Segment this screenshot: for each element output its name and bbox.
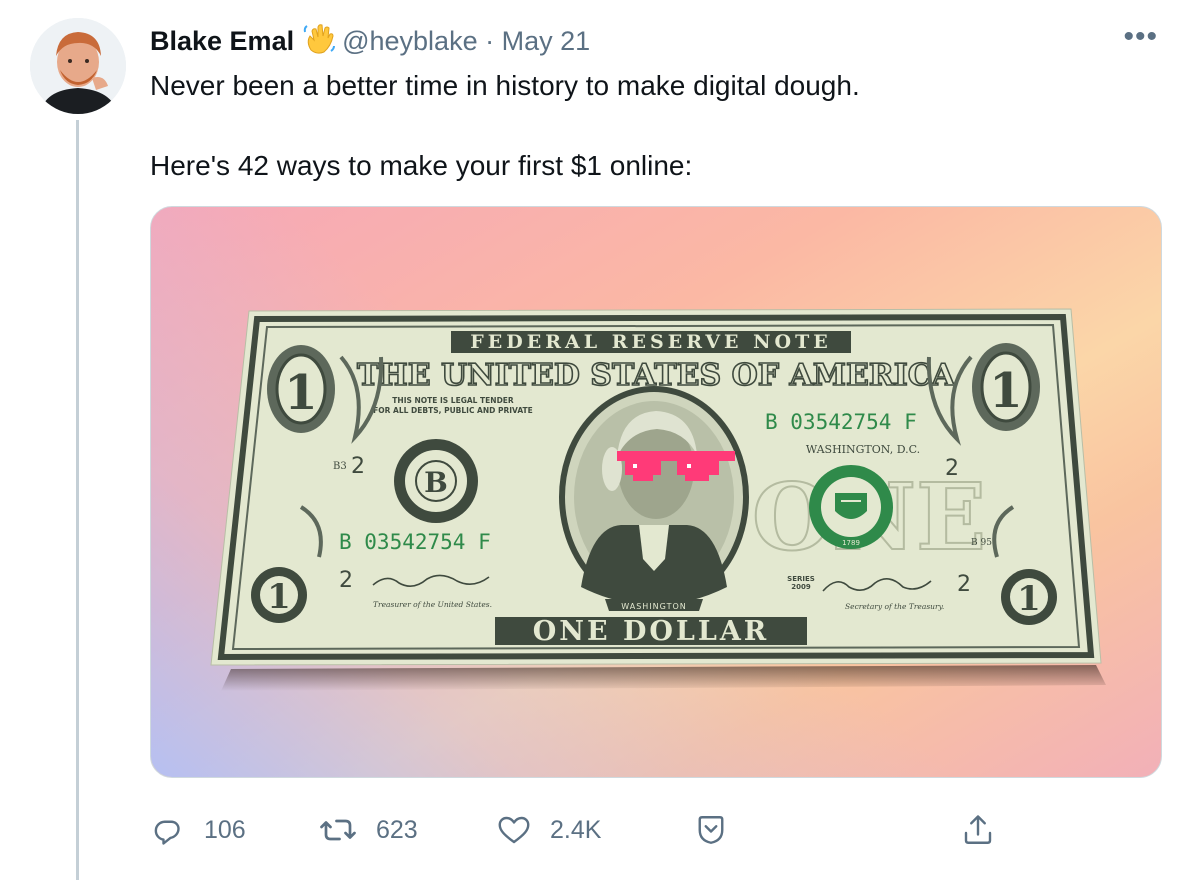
header-separator: ·: [485, 26, 495, 56]
reply-icon: [154, 820, 180, 845]
corner-number-left-top: 2: [351, 454, 365, 479]
bookmark-icon: [698, 816, 724, 844]
legal-tender-line-1: THIS NOTE IS LEGAL TENDER: [392, 396, 514, 405]
sunglasses-left-lens: [625, 461, 661, 475]
tweet-actions: 106 623 2.4K: [150, 812, 1010, 860]
district-code: B3: [333, 461, 347, 472]
secretary-label: Secretary of the Treasury.: [845, 602, 944, 611]
tweet-media[interactable]: FEDERAL RESERVE NOTE THE UNITED STATES O…: [150, 206, 1162, 778]
legal-tender-line-2: FOR ALL DEBTS, PUBLIC AND PRIVATE: [373, 406, 533, 415]
share-icon: [964, 815, 992, 844]
district-code-right: B 95: [971, 538, 992, 548]
series-label: SERIES: [787, 575, 815, 583]
district-letter: B: [424, 466, 448, 499]
more-icon[interactable]: •••: [1123, 20, 1158, 54]
retweet-icon: [320, 819, 356, 841]
tweet-text: Never been a better time in history to m…: [150, 66, 1130, 186]
treasurer-label: Treasurer of the United States.: [373, 600, 492, 609]
like-icon: [498, 816, 530, 844]
avatar[interactable]: [30, 18, 126, 114]
retweet-button[interactable]: 623: [318, 812, 418, 848]
dollar-bill-image: FEDERAL RESERVE NOTE THE UNITED STATES O…: [210, 308, 1106, 691]
sunglasses-left-lens-bottom: [633, 475, 653, 481]
corner-number-left-bottom: 2: [339, 568, 353, 593]
author-handle[interactable]: @heyblake: [342, 26, 478, 56]
sunglasses-glint-left: [633, 464, 637, 468]
waving-hand-icon: [302, 22, 336, 65]
tweet-text-line-1: Never been a better time in history to m…: [150, 70, 860, 101]
bookmark-button[interactable]: [692, 812, 730, 848]
corner-number-right-bottom: 2: [957, 572, 971, 597]
portrait-label: WASHINGTON: [621, 602, 686, 611]
bill-city: WASHINGTON, D.C.: [806, 443, 920, 456]
sunglasses-glint-right: [687, 464, 691, 468]
author-name[interactable]: Blake Emal: [150, 26, 294, 56]
sunglasses-right-lens: [677, 461, 719, 475]
tweet-text-line-2: Here's 42 ways to make your first $1 onl…: [150, 150, 693, 181]
tweet-header: Blake Emal @heyblake · May 21: [150, 22, 590, 65]
serial-number-bottom: B 03542754 F: [339, 530, 491, 554]
sunglasses-right-lens-bottom: [685, 475, 709, 481]
denomination-bottom-left: 1: [267, 577, 291, 617]
reply-button[interactable]: 106: [150, 812, 246, 848]
reply-count: 106: [204, 815, 246, 844]
denomination-top-left: 1: [284, 365, 317, 421]
bill-top-banner: FEDERAL RESERVE NOTE: [470, 331, 831, 353]
series-year: 2009: [791, 583, 811, 591]
avatar-image: [30, 18, 126, 114]
denomination-bottom-right: 1: [1017, 579, 1041, 619]
corner-number-right-top: 2: [945, 456, 959, 481]
like-count: 2.4K: [550, 815, 602, 844]
sunglasses-bar: [617, 451, 735, 461]
thread-line: [76, 120, 79, 880]
treasury-seal-year: 1789: [842, 539, 860, 547]
serial-number-top: B 03542754 F: [765, 410, 917, 434]
tweet-date[interactable]: May 21: [502, 26, 591, 56]
bill-shadow: [221, 665, 1106, 691]
share-button[interactable]: [960, 812, 996, 848]
retweet-count: 623: [376, 815, 418, 844]
like-button[interactable]: 2.4K: [496, 812, 601, 848]
denomination-top-right: 1: [989, 363, 1022, 419]
bill-bottom-text: ONE DOLLAR: [533, 616, 769, 647]
